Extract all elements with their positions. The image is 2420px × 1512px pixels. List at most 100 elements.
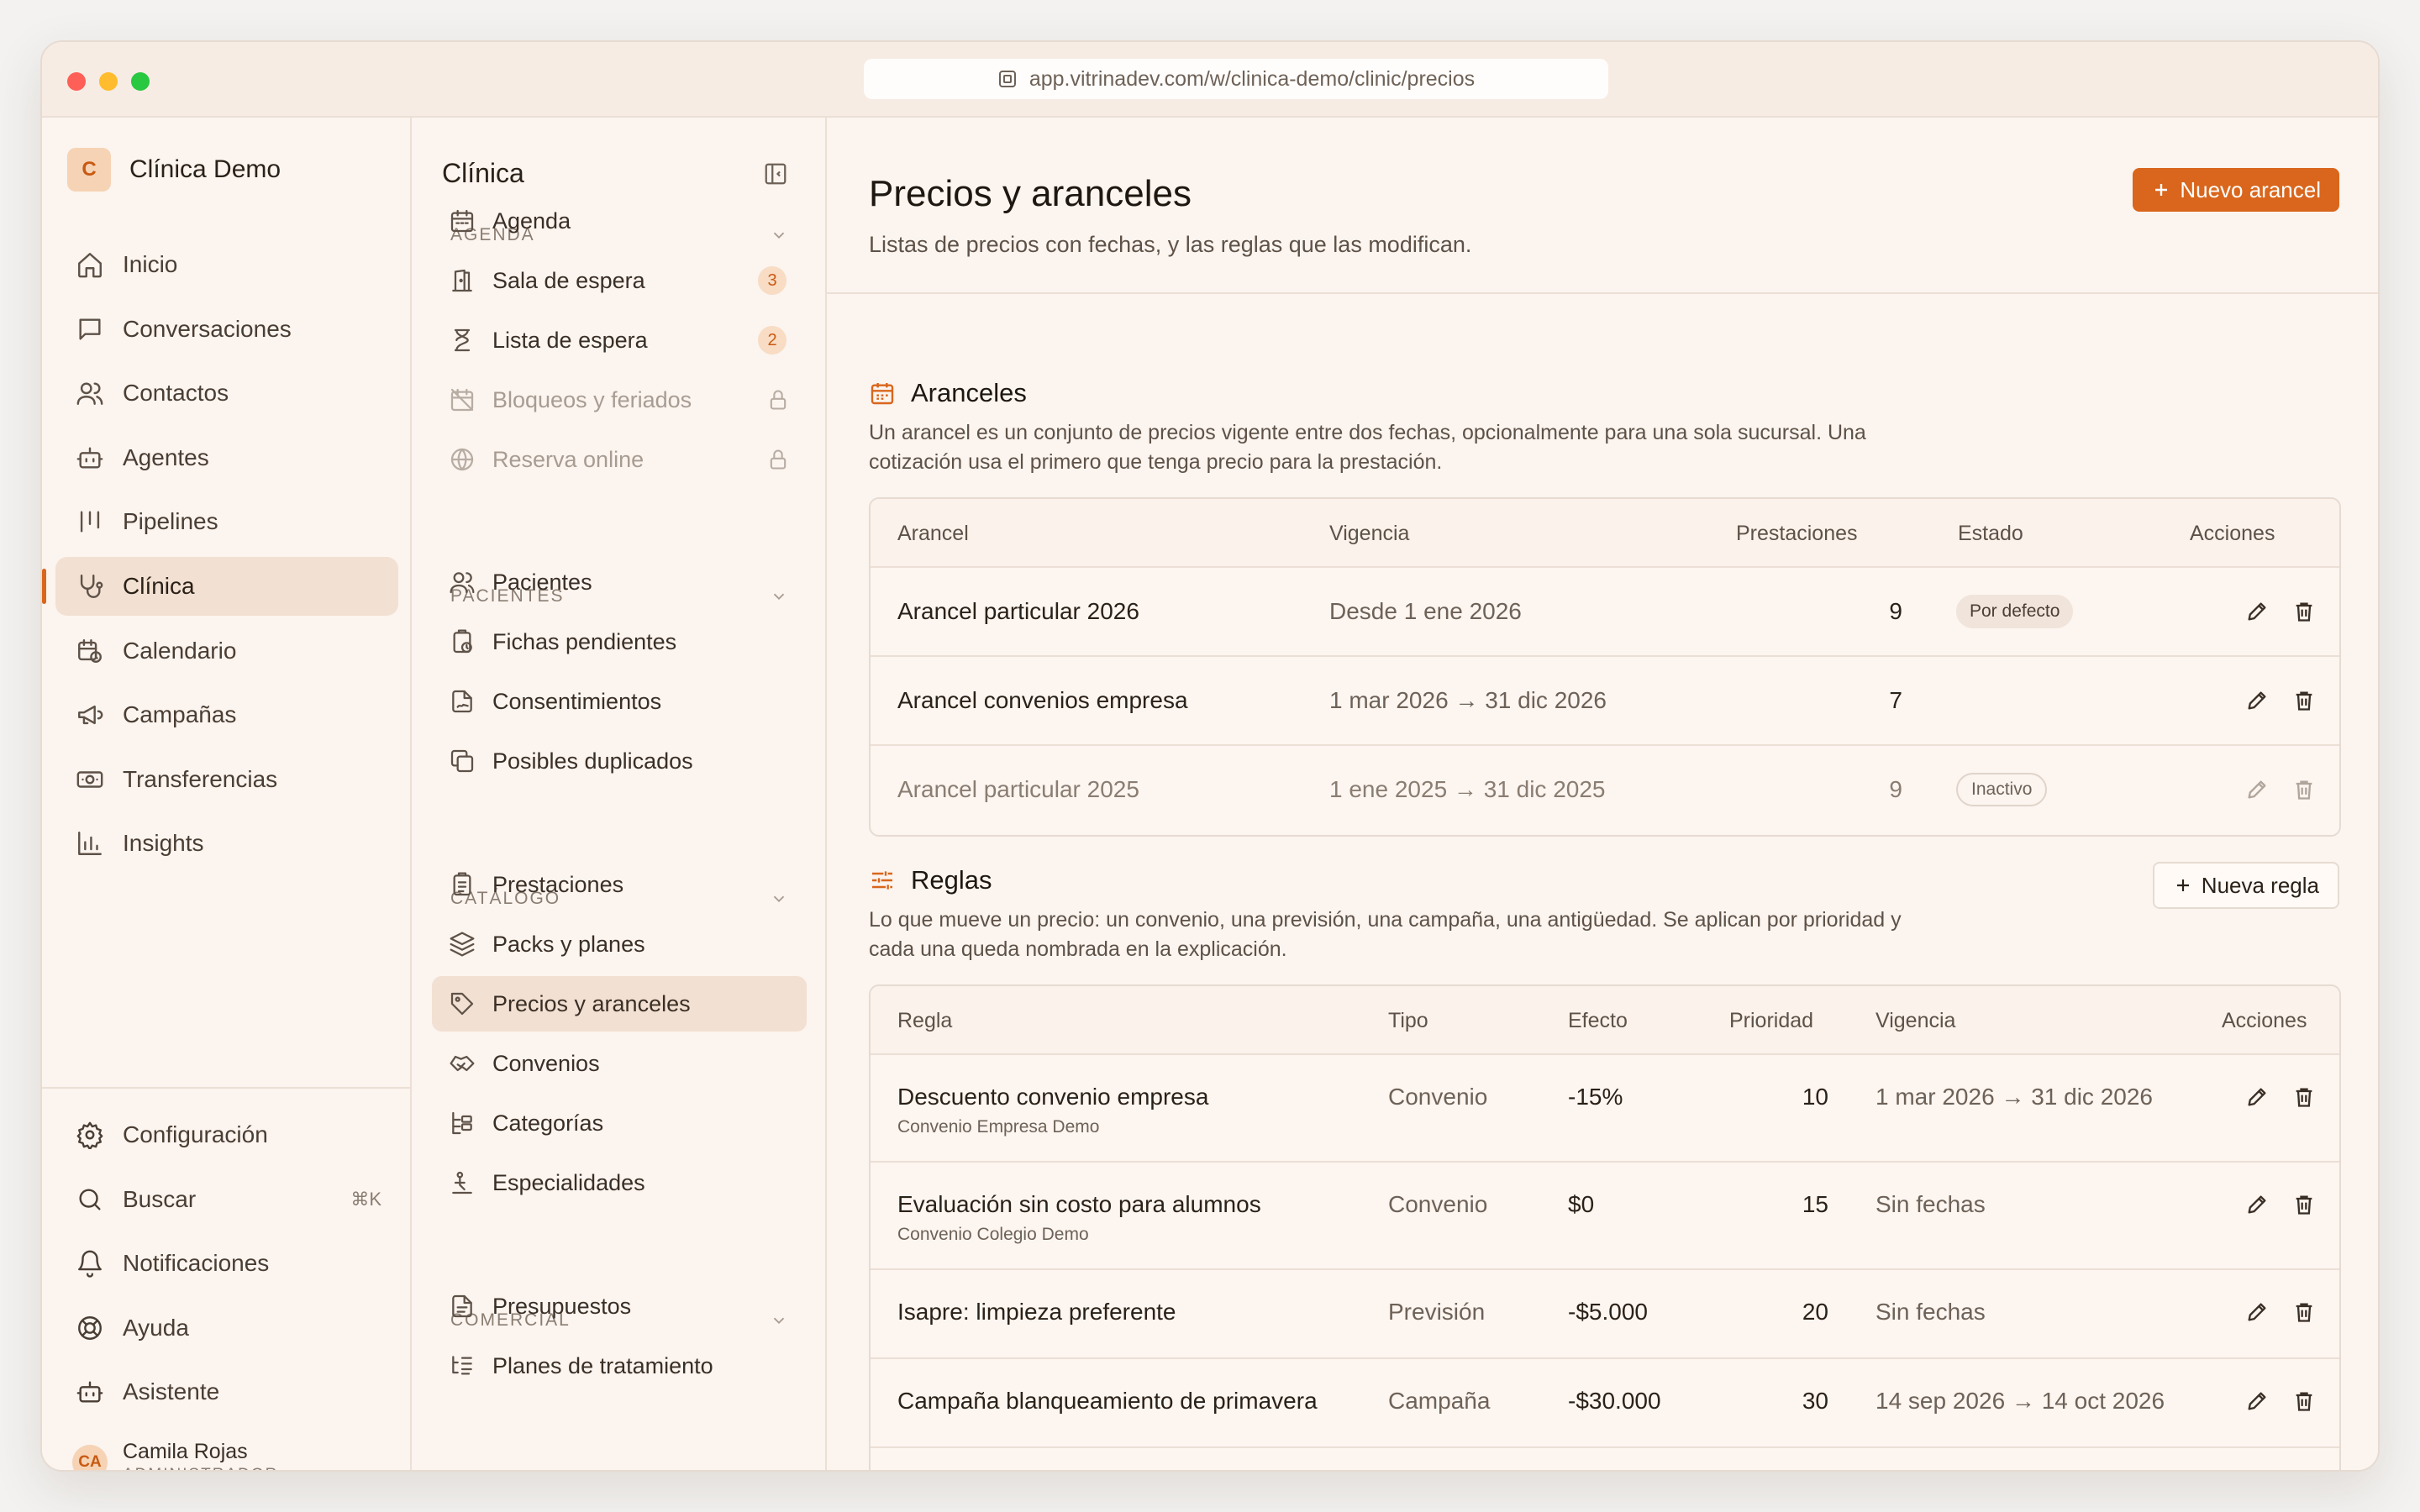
nav-item-ayuda[interactable]: Ayuda <box>55 1299 398 1357</box>
table-row[interactable]: Isapre: limpieza preferente Previsión -$5.… <box>871 1270 2339 1359</box>
trash-icon[interactable] <box>2292 600 2316 623</box>
clinic-nav-agenda[interactable]: Agenda <box>432 193 807 249</box>
page-title: Precios y aranceles <box>869 173 1192 214</box>
table-row[interactable]: Descuento convenio empresa Convenio Empre… <box>871 1055 2339 1163</box>
table-row[interactable]: Pacientes de más de un añoAntigüedad-5%5… <box>871 1448 2339 1470</box>
user-menu[interactable]: CA Camila Rojas ADMINISTRADOR <box>72 1440 278 1470</box>
nav-item-campanas[interactable]: Campañas <box>55 685 398 744</box>
trash-icon[interactable] <box>2292 1193 2316 1216</box>
nav-item-asistente[interactable]: Asistente <box>55 1362 398 1421</box>
nav-item-pipelines[interactable]: Pipelines <box>55 492 398 551</box>
clinic-nav-label: Reserva online <box>492 446 644 472</box>
table-row[interactable]: Arancel convenios empresa 1 mar 2026 → 31… <box>871 657 2339 746</box>
clinic-nav-convenios[interactable]: Convenios <box>432 1036 807 1091</box>
regla-efecto: -$30.000 <box>1568 1388 1661 1414</box>
table-row[interactable]: Arancel particular 2026 Desde 1 ene 2026 9… <box>871 568 2339 657</box>
clinic-nav-sala-de-espera[interactable]: Sala de espera 3 <box>432 253 807 308</box>
arancel-vigencia: 1 mar 2026 → 31 dic 2026 <box>1329 687 1607 713</box>
trash-icon[interactable] <box>2292 1389 2316 1413</box>
pencil-icon[interactable] <box>2245 600 2269 623</box>
nav-item-agentes[interactable]: Agentes <box>55 428 398 487</box>
tree-icon <box>449 1110 476 1137</box>
nav-item-insights[interactable]: Insights <box>55 814 398 873</box>
close-window-button[interactable] <box>67 72 86 91</box>
aranceles-description: Un arancel es un conjunto de precios vig… <box>869 421 1866 474</box>
regla-efecto: -$5.000 <box>1568 1299 1648 1325</box>
table-row[interactable]: Arancel particular 2025 1 ene 2025 → 31 d… <box>871 746 2339 835</box>
nav-item-buscar[interactable]: Buscar ⌘K <box>55 1170 398 1229</box>
trash-icon[interactable] <box>2292 778 2316 801</box>
table-row[interactable]: Campaña blanqueamiento de primavera Campa… <box>871 1359 2339 1448</box>
pencil-icon[interactable] <box>2245 1300 2269 1324</box>
minimize-window-button[interactable] <box>99 72 118 91</box>
trash-icon[interactable] <box>2292 689 2316 712</box>
clinic-nav-prestaciones[interactable]: Prestaciones <box>432 857 807 912</box>
clinic-nav-fichas-pendientes[interactable]: Fichas pendientes <box>432 614 807 669</box>
nav-item-notificaciones[interactable]: Notificaciones <box>55 1234 398 1293</box>
clinic-nav-precios-y-aranceles[interactable]: Precios y aranceles <box>432 976 807 1032</box>
clinic-nav-reserva-online[interactable]: Reserva online <box>432 432 807 487</box>
col-prioridad[interactable]: Prioridad <box>1729 986 1813 1055</box>
trash-icon[interactable] <box>2292 1300 2316 1324</box>
workspace-switcher[interactable]: C Clínica Demo <box>67 148 281 192</box>
page-subtitle: Listas de precios con fechas, y las regl… <box>869 232 1472 257</box>
clinic-sidebar: Clínica AGENDA Agenda Sala de espera 3 Lista… <box>412 118 827 1470</box>
col-arancel[interactable]: Arancel <box>897 499 969 568</box>
pencil-icon[interactable] <box>2245 1389 2269 1413</box>
clinic-nav-label: Consentimientos <box>492 688 662 714</box>
trash-icon[interactable] <box>2292 1085 2316 1109</box>
arancel-prestaciones: 7 <box>1889 687 1902 713</box>
maximize-window-button[interactable] <box>131 72 150 91</box>
clinic-nav-label: Presupuestos <box>492 1293 632 1319</box>
nav-item-calendario[interactable]: Calendario <box>55 622 398 680</box>
nav-item-label: Configuración <box>123 1121 268 1147</box>
new-regla-button[interactable]: Nueva regla <box>2152 862 2339 909</box>
arancel-vigencia: Desde 1 ene 2026 <box>1329 598 1522 624</box>
collapse-sidebar-icon[interactable] <box>763 161 788 186</box>
col-vigencia[interactable]: Vigencia <box>1876 986 1955 1055</box>
nav-item-label: Notificaciones <box>123 1250 270 1277</box>
col-vigencia[interactable]: Vigencia <box>1329 499 1409 568</box>
regla-name: Evaluación sin costo para alumnos <box>897 1191 1261 1217</box>
clinic-nav-planes-de-tratamiento[interactable]: Planes de tratamiento <box>432 1338 807 1394</box>
nav-item-contactos[interactable]: Contactos <box>55 364 398 423</box>
col-prestaciones[interactable]: Prestaciones <box>1736 499 1858 568</box>
pencil-icon[interactable] <box>2245 778 2269 801</box>
address-bar[interactable]: app.vitrinadev.com/w/clinica-demo/clinic… <box>864 59 1608 99</box>
col-tipo[interactable]: Tipo <box>1388 986 1428 1055</box>
nav-item-label: Ayuda <box>123 1314 189 1341</box>
clinic-nav-lista-de-espera[interactable]: Lista de espera 2 <box>432 312 807 368</box>
clinic-nav-categorias[interactable]: Categorías <box>432 1095 807 1151</box>
clinic-nav-packs-y-planes[interactable]: Packs y planes <box>432 916 807 972</box>
status-badge: Inactivo <box>1956 773 2048 806</box>
nav-item-clinica[interactable]: Clínica <box>42 556 398 616</box>
workspace-name: Clínica Demo <box>129 155 281 183</box>
col-efecto[interactable]: Efecto <box>1568 986 1628 1055</box>
col-estado[interactable]: Estado <box>1958 499 2023 568</box>
clinic-nav-especialidades[interactable]: Especialidades <box>432 1155 807 1210</box>
clipboard-clock-icon <box>449 628 476 655</box>
regla-vigencia: Sin fechas <box>1876 1191 1986 1217</box>
regla-vigencia: Sin fechas <box>1876 1299 1986 1325</box>
clinic-nav-consentimientos[interactable]: Consentimientos <box>432 674 807 729</box>
col-regla[interactable]: Regla <box>897 986 952 1055</box>
table-row[interactable]: Evaluación sin costo para alumnos Conveni… <box>871 1163 2339 1270</box>
pencil-icon[interactable] <box>2245 1193 2269 1216</box>
pencil-icon[interactable] <box>2245 689 2269 712</box>
clinic-nav-presupuestos[interactable]: Presupuestos <box>432 1278 807 1334</box>
browser-window: app.vitrinadev.com/w/clinica-demo/clinic… <box>40 40 2380 1472</box>
bell-icon <box>76 1249 104 1278</box>
pencil-icon[interactable] <box>2245 1085 2269 1109</box>
nav-item-inicio[interactable]: Inicio <box>55 235 398 294</box>
clinic-nav-label: Precios y aranceles <box>492 990 691 1016</box>
nav-item-configuracion[interactable]: Configuración <box>55 1105 398 1164</box>
clinic-nav-posibles-duplicados[interactable]: Posibles duplicados <box>432 733 807 789</box>
clinic-nav-pacientes[interactable]: Pacientes <box>432 554 807 610</box>
nav-item-conversaciones[interactable]: Conversaciones <box>55 300 398 359</box>
reglas-description: Lo que mueve un precio: un convenio, una… <box>869 908 1902 961</box>
clinic-nav-bloqueos-y-feriados[interactable]: Bloqueos y feriados <box>432 372 807 428</box>
hourglass-icon <box>449 327 476 354</box>
nav-item-transferencias[interactable]: Transferencias <box>55 750 398 809</box>
main-sidebar: C Clínica Demo Inicio Conversaciones Conta… <box>42 118 412 1470</box>
new-arancel-button[interactable]: Nuevo arancel <box>2133 168 2339 212</box>
